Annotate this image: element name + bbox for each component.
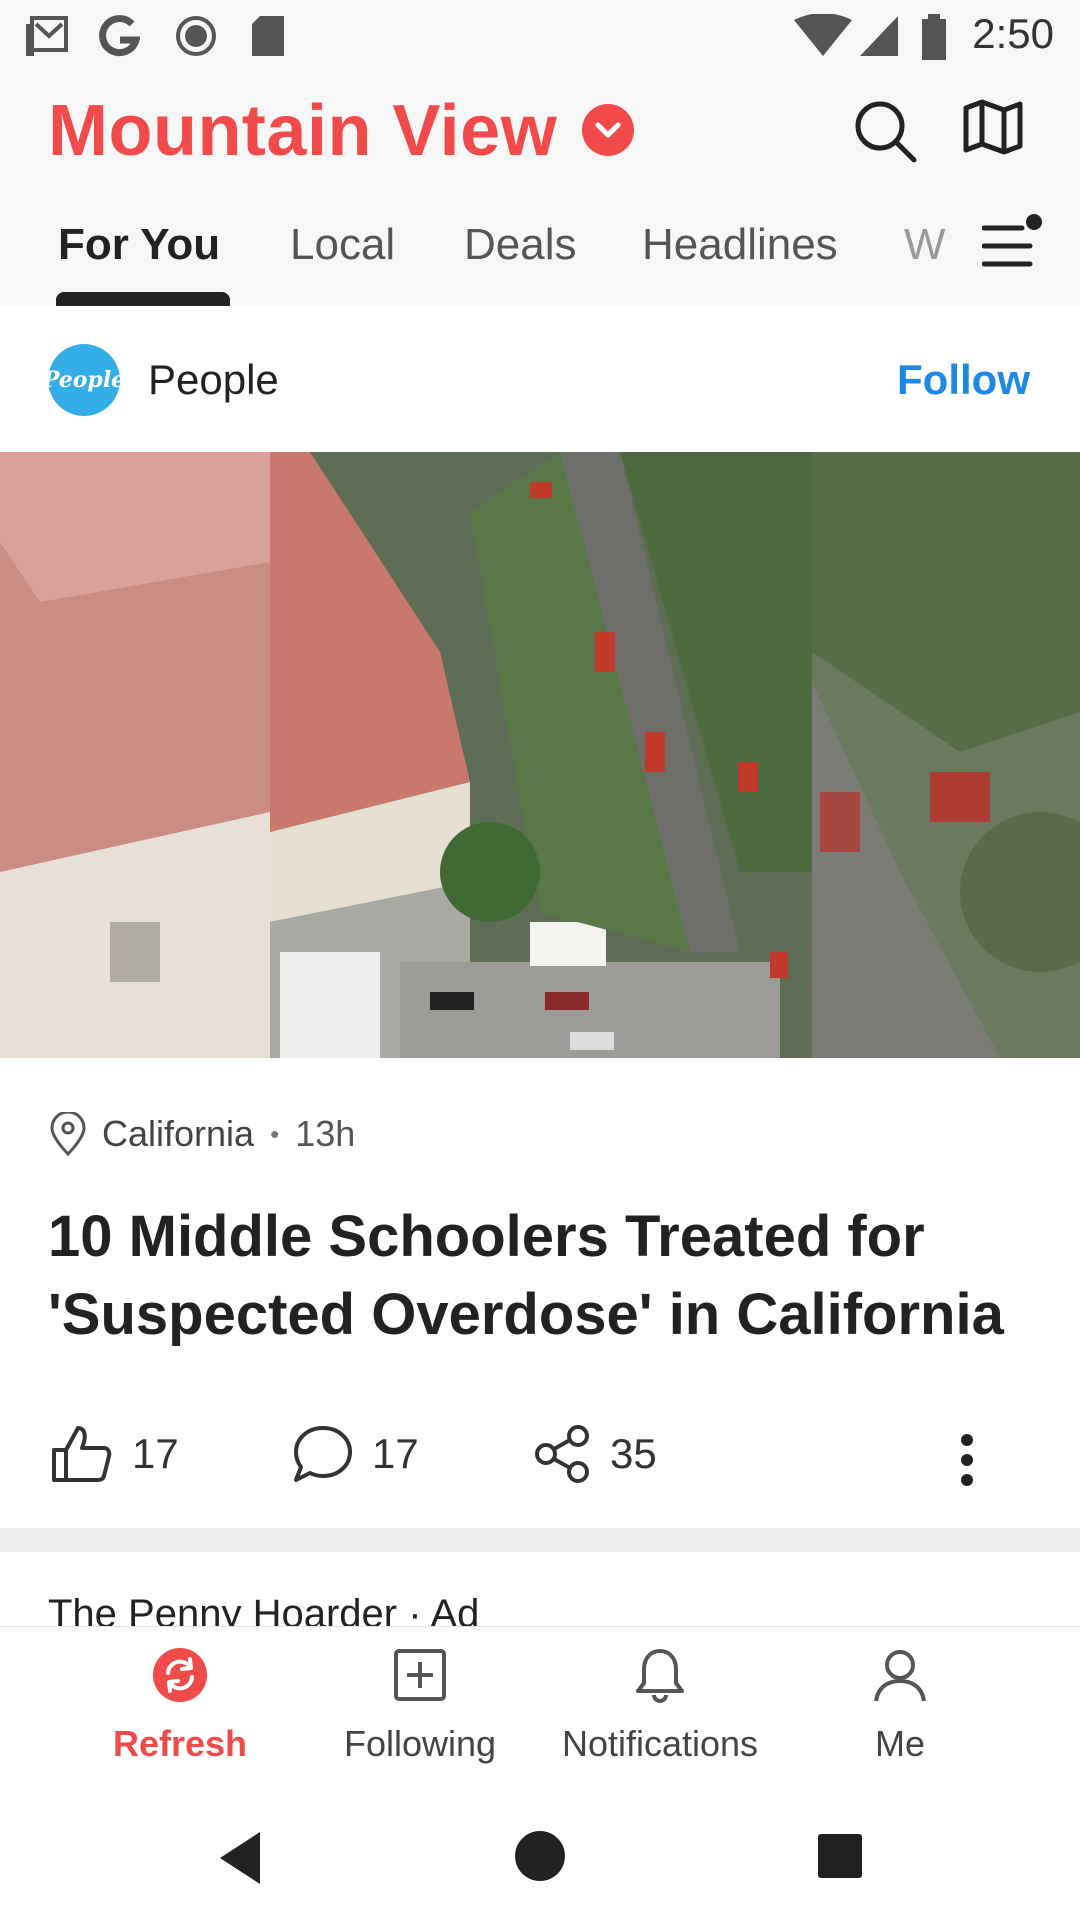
add-box-icon <box>394 1649 446 1701</box>
tab-deals[interactable]: Deals <box>464 220 577 270</box>
nav-refresh[interactable]: Refresh <box>60 1627 300 1797</box>
nav-notifications[interactable]: Notifications <box>540 1627 780 1797</box>
meta-separator: • <box>270 1118 280 1149</box>
card-divider <box>0 1528 1080 1552</box>
nav-notifications-label: Notifications <box>561 1723 759 1764</box>
chevron-down-icon <box>595 122 621 138</box>
bell-icon <box>636 1649 684 1703</box>
gmail-icon <box>26 16 68 56</box>
article-time: 13h <box>295 1113 356 1154</box>
share-count: 35 <box>610 1430 657 1477</box>
back-icon[interactable] <box>216 1830 264 1886</box>
home-icon[interactable] <box>514 1830 566 1882</box>
wifi-icon <box>794 14 852 56</box>
signal-icon <box>860 16 898 56</box>
more-options-button[interactable] <box>960 1434 974 1491</box>
aerial-photo-illustration <box>0 452 1080 1058</box>
article-headline[interactable]: 10 Middle Schoolers Treated for 'Suspect… <box>48 1198 1038 1354</box>
follow-button[interactable]: Follow <box>897 356 1030 404</box>
tab-headlines[interactable]: Headlines <box>642 220 838 270</box>
share-icon <box>535 1425 589 1483</box>
refresh-icon <box>153 1648 207 1702</box>
clock: 2:50 <box>972 10 1054 57</box>
system-navigation-bar <box>0 1796 1080 1920</box>
map-icon <box>963 99 1023 155</box>
article-image[interactable] <box>0 452 1080 1058</box>
nav-me-label: Me <box>874 1723 925 1764</box>
article-card[interactable]: People People Follow California • 13h 10… <box>0 306 1080 1528</box>
publisher-logo[interactable]: People <box>43 344 125 416</box>
tab-partial[interactable]: W <box>904 220 946 270</box>
tab-menu-button[interactable] <box>981 214 1046 283</box>
comment-button[interactable]: 17 <box>292 1424 419 1484</box>
nav-me[interactable]: Me <box>780 1627 1020 1797</box>
next-article-card[interactable]: The Penny Hoarder · Ad <box>0 1552 1080 1632</box>
status-bar: 2:50 <box>0 0 1080 76</box>
bottom-navigation: Refresh Following Notifications Me <box>0 1626 1080 1797</box>
like-count: 17 <box>132 1430 179 1477</box>
location-pin-icon <box>50 1112 86 1156</box>
article-meta: California • 13h <box>48 1112 355 1156</box>
publisher-name[interactable]: People <box>148 356 279 404</box>
battery-icon <box>922 14 946 60</box>
share-button[interactable]: 35 <box>534 1424 657 1484</box>
nav-following[interactable]: Following <box>300 1627 540 1797</box>
nav-refresh-label: Refresh <box>112 1723 248 1764</box>
more-vertical-icon <box>961 1434 973 1486</box>
location-dropdown-button[interactable] <box>582 104 634 156</box>
google-icon <box>99 15 140 57</box>
tab-for-you[interactable]: For You <box>58 220 220 270</box>
menu-icon <box>981 214 1042 267</box>
recents-icon[interactable] <box>816 1832 864 1880</box>
person-icon <box>874 1650 926 1702</box>
location-title[interactable]: Mountain View <box>48 90 557 172</box>
search-button[interactable] <box>852 98 918 169</box>
app-header: Mountain View For You Local Deals Headli… <box>0 76 1080 306</box>
map-button[interactable] <box>962 98 1024 161</box>
article-location[interactable]: California <box>102 1113 254 1155</box>
comment-count: 17 <box>372 1430 419 1477</box>
active-tab-indicator <box>56 292 230 306</box>
comment-icon <box>294 1426 352 1482</box>
thumbs-up-icon <box>52 1426 112 1482</box>
nav-following-label: Following <box>343 1723 497 1764</box>
tab-local[interactable]: Local <box>290 220 395 270</box>
record-icon <box>176 16 216 56</box>
like-button[interactable]: 17 <box>50 1424 179 1484</box>
search-icon <box>855 101 917 163</box>
sd-card-icon <box>252 16 284 56</box>
